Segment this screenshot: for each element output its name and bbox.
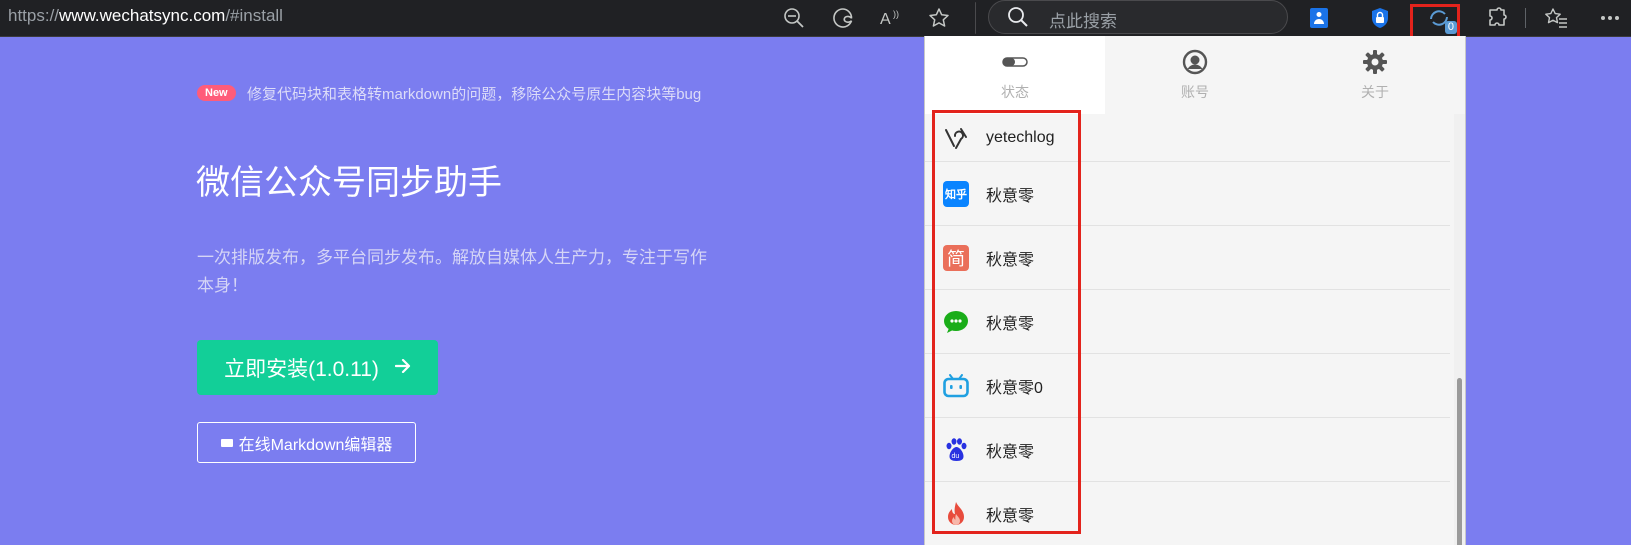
favorites-list-icon[interactable] <box>1542 4 1570 32</box>
url-path: /#install <box>225 6 283 25</box>
scrollbar-thumb[interactable] <box>1457 378 1462 545</box>
svg-text:A: A <box>880 11 891 28</box>
tab-account-label: 账号 <box>1181 84 1209 100</box>
account-list-scrollbar[interactable] <box>1454 114 1465 545</box>
account-icon <box>1182 48 1208 76</box>
url-scheme: https:// <box>8 6 60 25</box>
highlight-accounts-box <box>932 110 1081 534</box>
browser-toolbar: https://www.wechatsync.com/#install A)) … <box>0 0 1631 52</box>
url-host: www.wechatsync.com <box>59 6 226 25</box>
install-button-label: 立即安装(1.0.11) <box>224 357 379 381</box>
tab-about[interactable]: 关于 <box>1285 36 1465 114</box>
markdown-editor-button[interactable]: 在线Markdown编辑器 <box>197 422 416 463</box>
arrow-right-icon <box>394 356 411 379</box>
search-placeholder: 点此搜索 <box>1049 12 1117 31</box>
address-bar-edge <box>975 2 976 34</box>
read-aloud-icon[interactable]: A)) <box>877 4 905 32</box>
toggle-icon <box>1002 48 1028 76</box>
install-button[interactable]: 立即安装(1.0.11) <box>197 340 438 395</box>
tab-about-label: 关于 <box>1361 84 1389 100</box>
popup-tabs: 状态 账号 关于 <box>925 36 1465 114</box>
edge-icon[interactable] <box>829 4 857 32</box>
new-badge: New <box>197 85 236 101</box>
update-notice: 修复代码块和表格转markdown的问题，移除公众号原生内容块等bug <box>247 86 702 103</box>
tab-status-label: 状态 <box>1001 84 1029 100</box>
markdown-editor-label: 在线Markdown编辑器 <box>238 436 393 454</box>
page-description: 一次排版发布，多平台同步发布。解放自媒体人生产力，专注于写作本身！ <box>197 248 707 295</box>
search-box[interactable]: 点此搜索 <box>988 0 1288 34</box>
extension-shield-icon[interactable] <box>1366 4 1394 32</box>
svg-text:)): )) <box>893 9 899 19</box>
tab-account[interactable]: 账号 <box>1105 36 1285 114</box>
tab-status[interactable]: 状态 <box>925 36 1105 114</box>
more-menu-icon[interactable] <box>1596 4 1624 32</box>
favorite-star-icon[interactable] <box>925 4 953 32</box>
markdown-icon <box>220 438 233 447</box>
page-title: 微信公众号同步助手 <box>196 164 502 202</box>
search-icon <box>1007 6 1029 33</box>
address-bar-url[interactable]: https://www.wechatsync.com/#install <box>8 6 283 26</box>
extensions-puzzle-icon[interactable] <box>1483 4 1511 32</box>
extension-translate-icon[interactable] <box>1305 4 1333 32</box>
zoom-out-icon[interactable] <box>780 4 808 32</box>
toolbar-divider <box>1525 8 1526 28</box>
gear-icon <box>1362 48 1388 76</box>
